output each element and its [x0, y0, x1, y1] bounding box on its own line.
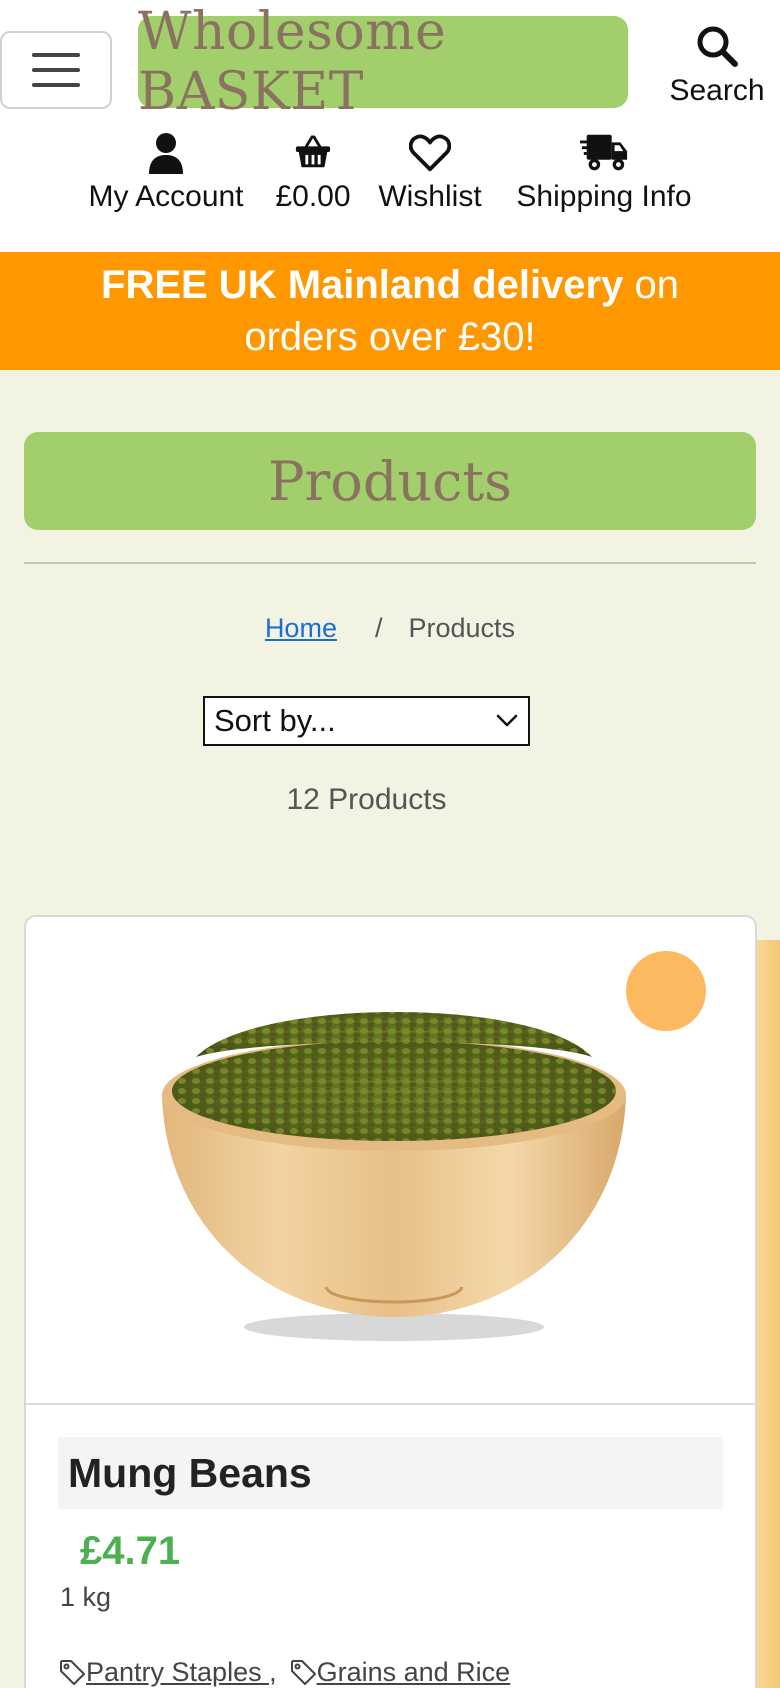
- tag-item: Pantry Staples ,: [58, 1657, 277, 1688]
- nav-basket[interactable]: £0.00: [270, 132, 356, 214]
- nav-label: Wishlist: [378, 180, 482, 213]
- page-title: Products: [24, 432, 756, 530]
- menu-button[interactable]: [0, 31, 112, 109]
- site-logo[interactable]: Wholesome BASKET: [138, 2, 628, 122]
- hamburger-icon: [32, 53, 80, 57]
- product-count: 12 Products: [286, 783, 447, 816]
- heart-icon: [409, 134, 451, 172]
- header-nav: My Account £0.00 Wishlist Shipping Info: [0, 132, 780, 232]
- tag-icon: [290, 1660, 316, 1685]
- search-label: Search: [669, 74, 765, 107]
- delivery-truck-icon: [579, 134, 628, 171]
- breadcrumb-home-link[interactable]: Home: [265, 613, 337, 644]
- product-image[interactable]: [26, 917, 755, 1405]
- heart-icon: [736, 1022, 755, 1057]
- free-delivery-banner: FREE UK Mainland delivery on orders over…: [0, 252, 780, 370]
- breadcrumb-current: Products: [408, 612, 516, 643]
- product-name[interactable]: Mung Beans: [58, 1437, 723, 1509]
- banner-text: FREE UK Mainland delivery on orders over…: [60, 259, 720, 363]
- breadcrumb: Home / Products: [0, 606, 780, 650]
- product-price: £4.71: [80, 1529, 181, 1573]
- divider: [24, 562, 756, 564]
- sort-select-value: Sort by...: [214, 703, 336, 738]
- search-icon: [697, 26, 738, 67]
- tag-icon: [60, 1660, 85, 1685]
- product-tags: Pantry Staples , Grains and Rice: [58, 1652, 510, 1688]
- product-weight: 1 kg: [60, 1582, 112, 1612]
- search-button[interactable]: Search: [665, 24, 769, 114]
- basket-icon: [295, 135, 331, 168]
- breadcrumb-separator: /: [374, 612, 383, 643]
- tag-link-grains-and-rice[interactable]: Grains and Rice: [317, 1657, 511, 1688]
- hamburger-icon-line: [32, 83, 80, 87]
- nav-shipping-info[interactable]: Shipping Info: [506, 132, 702, 214]
- chevron-down-icon: [496, 714, 518, 727]
- product-card[interactable]: Mung Beans £4.71 1 kg Pantry Staples , G…: [24, 915, 757, 1688]
- add-to-wishlist-button[interactable]: [626, 951, 755, 1057]
- nav-wishlist[interactable]: Wishlist: [374, 132, 486, 214]
- tag-item: Grains and Rice: [289, 1657, 511, 1688]
- nav-label: £0.00: [275, 180, 351, 213]
- hamburger-icon-line: [32, 68, 80, 72]
- user-icon: [149, 133, 183, 174]
- nav-label: My Account: [88, 180, 244, 213]
- site-header: Wholesome BASKET Search My Account £0.00…: [0, 0, 780, 252]
- mung-beans-bowl-image: [162, 1012, 626, 1341]
- nav-label: Shipping Info: [516, 180, 692, 213]
- tag-link-pantry-staples[interactable]: Pantry Staples ,: [86, 1657, 277, 1688]
- sort-select[interactable]: Sort by...: [203, 696, 530, 746]
- nav-my-account[interactable]: My Account: [82, 132, 250, 214]
- banner-bold-text: FREE UK Mainland delivery: [101, 263, 624, 307]
